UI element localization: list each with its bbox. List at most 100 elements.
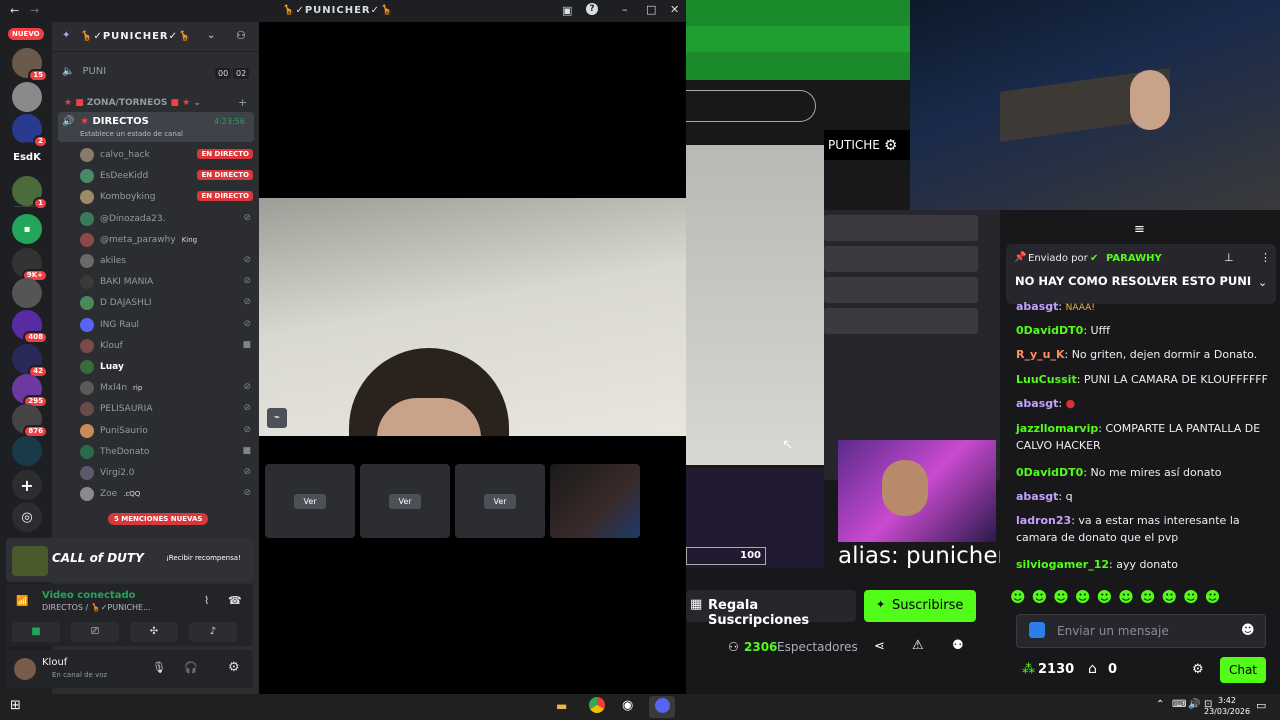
voice-member[interactable]: Virgi2.0: [80, 466, 250, 480]
notifications-icon[interactable]: ▭: [1256, 699, 1266, 712]
clock-time[interactable]: 3:42: [1218, 696, 1236, 705]
points-count[interactable]: 2130: [1038, 662, 1074, 677]
help-icon[interactable]: ?: [586, 3, 598, 15]
chat-username[interactable]: abasgt: [1016, 397, 1058, 410]
voice-member[interactable]: Mxl4n rip: [80, 381, 250, 396]
chat-username[interactable]: silviogamer_12: [1016, 558, 1109, 571]
promo-banner[interactable]: CALL of DUTY ¡Recibir recompensa!: [6, 538, 253, 582]
voice-member[interactable]: Klouf: [80, 338, 250, 353]
emote-icon[interactable]: ☻: [1097, 588, 1113, 608]
voice-member[interactable]: @Dinozada23.: [80, 211, 250, 226]
view-button[interactable]: Ver: [389, 493, 421, 509]
chat-settings-icon[interactable]: ⚙: [1192, 662, 1204, 677]
chat-username[interactable]: abasgt: [1016, 490, 1058, 503]
back-arrow-icon[interactable]: ←: [10, 4, 19, 17]
windows-start-icon[interactable]: ⊞: [10, 698, 21, 713]
voice-member[interactable]: ING Raul: [80, 317, 250, 332]
server-icon[interactable]: [12, 436, 42, 466]
discover-icon[interactable]: ◎: [12, 502, 42, 532]
app-icon[interactable]: ◉: [622, 698, 633, 713]
chat-username[interactable]: abasgt: [1016, 300, 1058, 313]
mentions-badge[interactable]: 5 MENCIONES NUEVAS: [108, 513, 209, 525]
gift-subs-button[interactable]: ▦ Regala Suscripciones: [686, 590, 856, 628]
camera-button[interactable]: ■: [12, 622, 60, 642]
server-icon[interactable]: 9K+: [12, 248, 48, 282]
chrome-icon[interactable]: [589, 697, 605, 713]
chat-username[interactable]: LuuCussit: [1016, 373, 1077, 386]
webcam-video[interactable]: [910, 0, 1280, 210]
forward-arrow-icon[interactable]: →: [30, 4, 39, 17]
headphones-icon[interactable]: 🎧: [184, 661, 198, 674]
folder-icon[interactable]: ▪: [12, 214, 42, 244]
store-icon[interactable]: ⌂: [1088, 661, 1097, 677]
search-pill[interactable]: [686, 90, 816, 122]
main-video[interactable]: ⌁: [259, 198, 686, 436]
collapse-chat-icon[interactable]: ≡: [1134, 222, 1145, 237]
activities-button[interactable]: ✣: [130, 622, 178, 642]
emoji-picker-icon[interactable]: ☻: [1241, 623, 1255, 638]
emote-icon[interactable]: ☻: [1183, 588, 1199, 608]
chat-send-button[interactable]: Chat: [1220, 657, 1266, 683]
chat-username[interactable]: R_y_u_K: [1016, 348, 1065, 361]
voice-member[interactable]: PuniSaurio: [80, 423, 250, 438]
disconnect-icon[interactable]: ☎: [228, 594, 242, 607]
username[interactable]: Klouf: [42, 657, 67, 668]
server-icon[interactable]: 876: [12, 404, 48, 438]
tray-chevron-icon[interactable]: ⌃: [1156, 699, 1164, 710]
noise-suppression-icon[interactable]: ⌇: [204, 594, 209, 607]
pinned-user[interactable]: PARAWHY: [1106, 253, 1162, 264]
unpin-icon[interactable]: ⊥: [1224, 251, 1234, 264]
emote-icon[interactable]: ☻: [1118, 588, 1134, 608]
minimize-icon[interactable]: –: [622, 3, 628, 16]
clock-date[interactable]: 23/03/2026: [1204, 707, 1250, 716]
chat-username[interactable]: jazzllomarvip: [1016, 422, 1098, 435]
screenshare-button[interactable]: ⎚: [71, 622, 119, 642]
emote-icon[interactable]: ☻: [1161, 588, 1177, 608]
warning-icon[interactable]: ⚠: [912, 638, 924, 653]
server-icon[interactable]: 2: [12, 114, 48, 148]
chat-username[interactable]: 0DavidDT0: [1016, 324, 1083, 337]
mute-icon[interactable]: ⌁: [267, 408, 287, 428]
emote-icon[interactable]: ☻: [1140, 588, 1156, 608]
chat-username[interactable]: ladron23: [1016, 514, 1071, 527]
chevron-down-icon[interactable]: ⌄: [1258, 276, 1267, 289]
chat-username[interactable]: 0DavidDT0: [1016, 466, 1083, 479]
stream-thumbnail[interactable]: Ver: [455, 464, 545, 538]
add-channel-icon[interactable]: +: [238, 96, 247, 109]
server-icon[interactable]: [12, 82, 42, 112]
server-icon[interactable]: [12, 278, 42, 308]
server-text-icon[interactable]: EsdK: [12, 142, 42, 172]
network-icon[interactable]: ⌨: [1172, 699, 1186, 710]
voice-member[interactable]: Zoe .cQQ: [80, 487, 250, 502]
voice-member[interactable]: akiles: [80, 254, 250, 268]
category-header[interactable]: ★ ■ ZONA/TORNEOS ■ ★ ⌄: [64, 98, 201, 108]
chat-input[interactable]: Enviar un mensaje ☻: [1016, 614, 1266, 648]
emote-icon[interactable]: ☻: [1053, 588, 1069, 608]
view-button[interactable]: Ver: [484, 493, 516, 509]
voice-member[interactable]: TheDonato: [80, 444, 250, 459]
server-icon[interactable]: 1: [12, 176, 48, 210]
server-icon[interactable]: 295: [12, 374, 48, 408]
emote-icon[interactable]: ☻: [1032, 588, 1048, 608]
voice-member[interactable]: @meta_parawhy King: [80, 232, 250, 247]
file-explorer-icon[interactable]: ▬: [556, 699, 567, 713]
inbox-icon[interactable]: ▣: [562, 4, 572, 17]
voice-member[interactable]: BAKI MANIA: [80, 275, 250, 290]
subscribe-button[interactable]: ✦ Suscribirse: [864, 590, 976, 622]
add-server-icon[interactable]: +: [12, 470, 42, 500]
volume-icon[interactable]: 🔊: [1188, 699, 1200, 710]
facecam[interactable]: [838, 440, 996, 542]
stream-thumbnail[interactable]: Ver: [265, 464, 355, 538]
avatar[interactable]: [14, 658, 36, 680]
follow-user-icon[interactable]: ⚉: [952, 638, 964, 653]
add-member-icon[interactable]: ⚇: [236, 29, 246, 42]
stream-thumbnail[interactable]: Ver: [360, 464, 450, 538]
view-button[interactable]: Ver: [294, 493, 326, 509]
emote-icon[interactable]: ☻: [1010, 588, 1026, 608]
voice-member[interactable]: D DAJASHLI: [80, 296, 250, 311]
emote-icon[interactable]: ☻: [1075, 588, 1091, 608]
soundboard-button[interactable]: ♪: [189, 622, 237, 642]
more-options-icon[interactable]: ⋮: [1260, 251, 1271, 264]
settings-gear-icon[interactable]: ⚙: [228, 660, 240, 675]
server-header[interactable]: ✦ 🦒✓PUNICHER✓🦒 ⌄ ⚇: [52, 22, 259, 52]
